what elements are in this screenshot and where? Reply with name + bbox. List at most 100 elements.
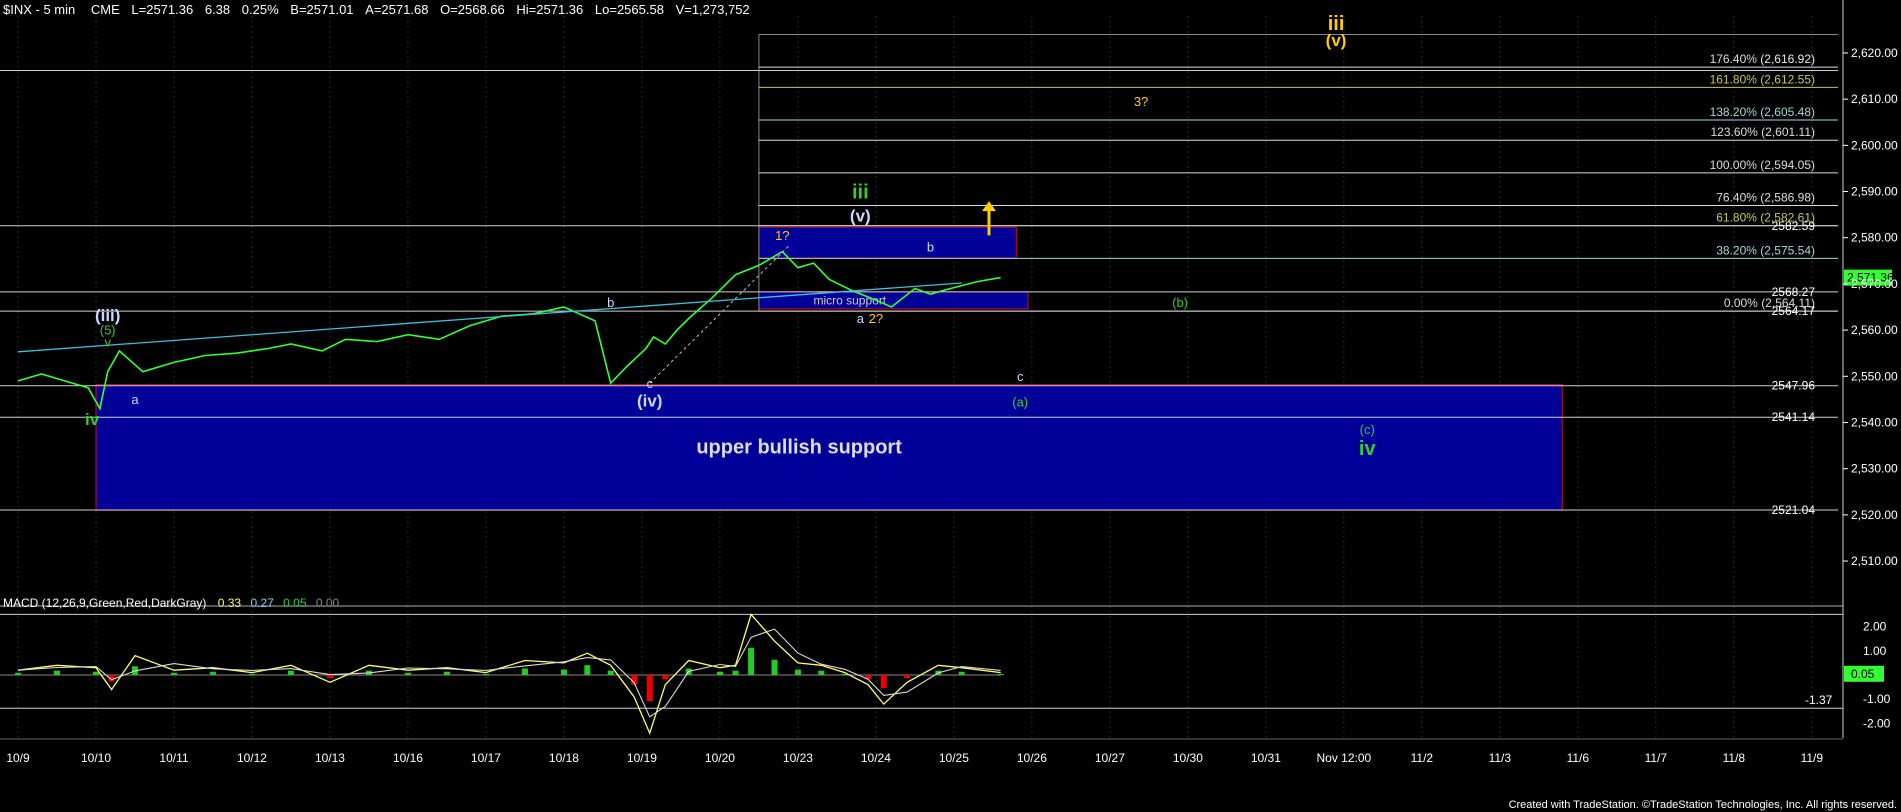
wave-label: (c) [1360, 422, 1375, 437]
y-tick-label: 2,570.00 [1851, 277, 1898, 291]
macd-hist-bar [584, 665, 591, 675]
change-pct: 0.25% [241, 2, 279, 17]
boxes: upper bullish supportmicro support [95, 226, 1563, 511]
x-tick-label: 10/26 [1017, 751, 1047, 765]
y-tick-label: 2,600.00 [1851, 138, 1898, 152]
wave-label: v [104, 334, 111, 349]
wave-label: 2? [869, 311, 883, 326]
ask-price: A=2571.68 [365, 2, 429, 17]
wave-label: iii [852, 181, 869, 203]
y-tick-label: 2,580.00 [1851, 231, 1898, 245]
x-tick-label: 11/7 [1645, 751, 1668, 765]
macd-hist-bar [521, 668, 528, 675]
macd-hist-bar [326, 675, 333, 679]
wave-label: iv [85, 410, 100, 429]
x-tick-label: 11/3 [1489, 751, 1512, 765]
fib-level-label: 161.80% (2,612.55) [1710, 72, 1815, 86]
macd-hist-bar [53, 670, 60, 675]
macd-hist-bar [732, 670, 739, 675]
open-price: O=2568.66 [440, 2, 505, 17]
wave-label: 3? [1134, 94, 1148, 109]
macd-hist-bar [170, 672, 177, 675]
macd-title[interactable]: MACD (12,26,9,Green,Red,DarkGray) [3, 596, 206, 610]
up-arrow-head [981, 201, 996, 212]
trend-line [17, 282, 962, 353]
price-level-label: 2564.17 [1772, 304, 1816, 318]
macd-tick-label: -2.00 [1863, 716, 1891, 730]
exchange-label: CME [90, 2, 120, 17]
wave-label: (v) [1326, 31, 1347, 50]
macd-hist-bar [443, 671, 450, 675]
low-price: Lo=2565.58 [594, 2, 664, 17]
macd-hist-bar [646, 675, 653, 702]
macd-signal-value: 0.27 [250, 596, 274, 610]
x-tick-label: 10/31 [1251, 751, 1281, 765]
macd-tick-label: 2.00 [1863, 620, 1887, 634]
wave-label: c [1017, 369, 1024, 384]
macd-ref-label: -1.37 [1805, 693, 1833, 707]
y-tick-label: 2,620.00 [1851, 46, 1898, 60]
wave-label: c [646, 376, 653, 391]
macd-tick-label: 1.00 [1863, 644, 1887, 658]
high-price: Hi=2571.36 [516, 2, 584, 17]
x-tick-label: 10/20 [705, 751, 735, 765]
y-tick-label: 2,530.00 [1851, 462, 1898, 476]
macd-line [17, 613, 1001, 736]
x-tick-label: 10/13 [315, 751, 345, 765]
price-level-label: 2541.14 [1772, 410, 1816, 424]
wave-label: iv [1359, 438, 1377, 460]
y-tick-label: 2,510.00 [1851, 554, 1898, 568]
symbol-label[interactable]: $INX - 5 min [3, 2, 75, 17]
wave-label: (iv) [637, 391, 663, 410]
macd-hist-bar [209, 671, 216, 675]
x-tick-label: 10/19 [627, 751, 657, 765]
x-tick-label: 11/2 [1411, 751, 1434, 765]
x-tick-label: 10/9 [6, 751, 30, 765]
macd-hist-bar [607, 670, 614, 675]
wave-label: b [607, 295, 614, 310]
wave-label: b [927, 240, 934, 255]
macd-hist-bar [794, 669, 801, 675]
chart-canvas: upper bullish supportmicro support 176.4… [0, 0, 1898, 765]
wave-label: a [857, 311, 865, 326]
x-tick-label: 11/8 [1723, 751, 1746, 765]
macd-zero-value: 0.00 [315, 596, 340, 610]
fib-level-label: 76.40% (2,586.98) [1716, 190, 1815, 204]
footer-credit: Created with TradeStation. ©TradeStation… [1508, 799, 1897, 811]
macd-hist-bar [248, 673, 255, 675]
wave-label: (b) [1172, 295, 1188, 310]
x-tick-label: 10/23 [783, 751, 813, 765]
macd-hist-bar [560, 669, 567, 675]
y-tick-label: 2,590.00 [1851, 185, 1898, 199]
x-tick-label: 10/30 [1173, 751, 1203, 765]
axes: 2,510.00 2,520.00 2,530.00 2,540.00 2,550.00… [0, 0, 1898, 765]
price-level-label: 2582.59 [1772, 219, 1816, 233]
price-level-label: 2521.04 [1772, 503, 1816, 517]
y-tick-label: 2,610.00 [1851, 92, 1898, 106]
header-bar: $INX - 5 min CME L=2571.36 6.38 0.25% B=… [3, 2, 750, 17]
fib-level-label: 38.20% (2,575.54) [1716, 243, 1815, 257]
x-tick-label: 10/11 [159, 751, 188, 765]
macd-hist-bar [92, 671, 99, 675]
macd-hist-bar [15, 672, 21, 675]
macd-hist-bar [958, 671, 965, 675]
y-tick-label: 2,520.00 [1851, 508, 1898, 522]
wave-label: (a) [1012, 394, 1028, 409]
macd-hist-value: 0.05 [283, 596, 307, 610]
macd-hist-bar [662, 675, 669, 680]
x-tick-label: 10/12 [237, 751, 267, 765]
signal-line [17, 628, 1001, 718]
x-tick-label: 10/27 [1095, 751, 1125, 765]
price-level-label: 2568.27 [1772, 285, 1816, 299]
x-tick-label: 10/24 [861, 751, 891, 765]
bid-price: B=2571.01 [290, 2, 354, 17]
macd-hist-bar [716, 671, 723, 675]
macd-hist-bar [818, 670, 825, 675]
y-tick-label: 2,550.00 [1851, 369, 1898, 383]
volume: V=1,273,752 [675, 2, 750, 17]
chart-window: upper bullish support micro support 176.4… [0, 0, 1901, 812]
macd-hist-bar [771, 659, 778, 675]
fib-extra-label: (2,616.92) [1760, 52, 1815, 66]
change-value: 6.38 [204, 2, 231, 17]
x-tick-label: 11/6 [1567, 751, 1590, 765]
